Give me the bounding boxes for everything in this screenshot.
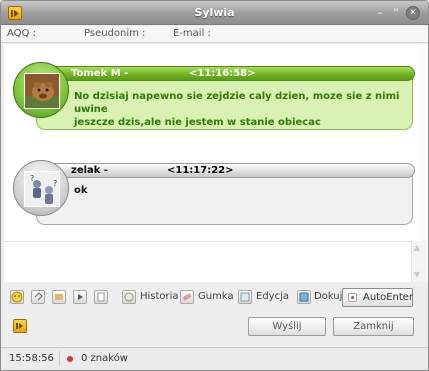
dock-icon[interactable] — [297, 290, 311, 304]
history-button[interactable]: Historia — [140, 291, 179, 302]
nick-label: Pseudonim : — [84, 28, 146, 39]
eraser-icon[interactable] — [180, 290, 194, 304]
restore-icon[interactable]: ᴴ — [389, 6, 403, 20]
status-divider — [59, 351, 60, 366]
eraser-button[interactable]: Gumka — [198, 291, 234, 302]
status-dot-icon — [67, 356, 73, 362]
close-icon[interactable]: ✕ — [406, 6, 420, 20]
message-header: Tomek M - <11:16:58> — [38, 66, 415, 81]
autoenter-label: AutoEnter — [363, 292, 414, 303]
play-icon[interactable] — [73, 290, 87, 304]
char-count: 0 znaków — [81, 353, 128, 364]
message-time: <11:16:58> — [189, 68, 256, 79]
avatar-unknown-icon: ? ? — [24, 171, 60, 207]
title-bar[interactable]: Sylwia – ᴴ ✕ — [1, 1, 428, 25]
message-text: No dzisiaj napewno sie zejdzie caly dzie… — [74, 91, 400, 128]
dock-button[interactable]: Dokuj — [314, 291, 342, 302]
document-icon[interactable] — [94, 290, 108, 304]
image-icon[interactable] — [52, 290, 66, 304]
svg-text:?: ? — [30, 174, 34, 183]
edit-button[interactable]: Edycja — [256, 291, 289, 302]
avatar: ? ? — [13, 160, 69, 216]
message-text: ok — [74, 185, 88, 196]
input-scrollbar[interactable]: ▲ ▼ — [411, 241, 426, 282]
status-bar: 15:58:56 0 znaków — [1, 347, 428, 370]
avatar — [13, 62, 69, 118]
email-label: E-mail : — [173, 28, 211, 39]
message-author: Tomek M - — [71, 68, 129, 79]
status-time: 15:58:56 — [9, 353, 54, 364]
message-author: zelak - — [71, 165, 109, 176]
edit-icon[interactable] — [238, 290, 252, 304]
attach-file-icon[interactable] — [31, 290, 45, 304]
message-input[interactable] — [4, 241, 419, 282]
aqq-menu-icon[interactable] — [13, 319, 27, 333]
history-icon[interactable] — [122, 290, 136, 304]
chat-window: Sylwia – ᴴ ✕ AQQ : Pseudonim : E-mail : … — [0, 0, 429, 371]
autoenter-icon — [348, 293, 357, 302]
scroll-down-icon[interactable]: ▼ — [414, 271, 420, 279]
send-button[interactable]: Wyślij — [248, 317, 326, 336]
close-button[interactable]: Zamknij — [333, 317, 414, 336]
aqq-label: AQQ : — [7, 28, 36, 39]
scroll-up-icon[interactable]: ▲ — [414, 244, 420, 252]
emoticons-icon[interactable] — [10, 290, 24, 304]
contact-info-bar: AQQ : Pseudonim : E-mail : — [1, 26, 428, 43]
message-header: zelak - <11:17:22> — [38, 163, 415, 178]
svg-text:?: ? — [53, 179, 57, 188]
minimize-icon[interactable]: – — [373, 6, 387, 20]
autoenter-toggle[interactable]: AutoEnter — [342, 288, 413, 307]
avatar-photo-icon — [24, 73, 60, 109]
message-toolbar: Historia Gumka Edycja Dokuj AutoEnter — [4, 286, 425, 308]
message-time: <11:17:22> — [167, 165, 234, 176]
window-title: Sylwia — [194, 6, 235, 19]
